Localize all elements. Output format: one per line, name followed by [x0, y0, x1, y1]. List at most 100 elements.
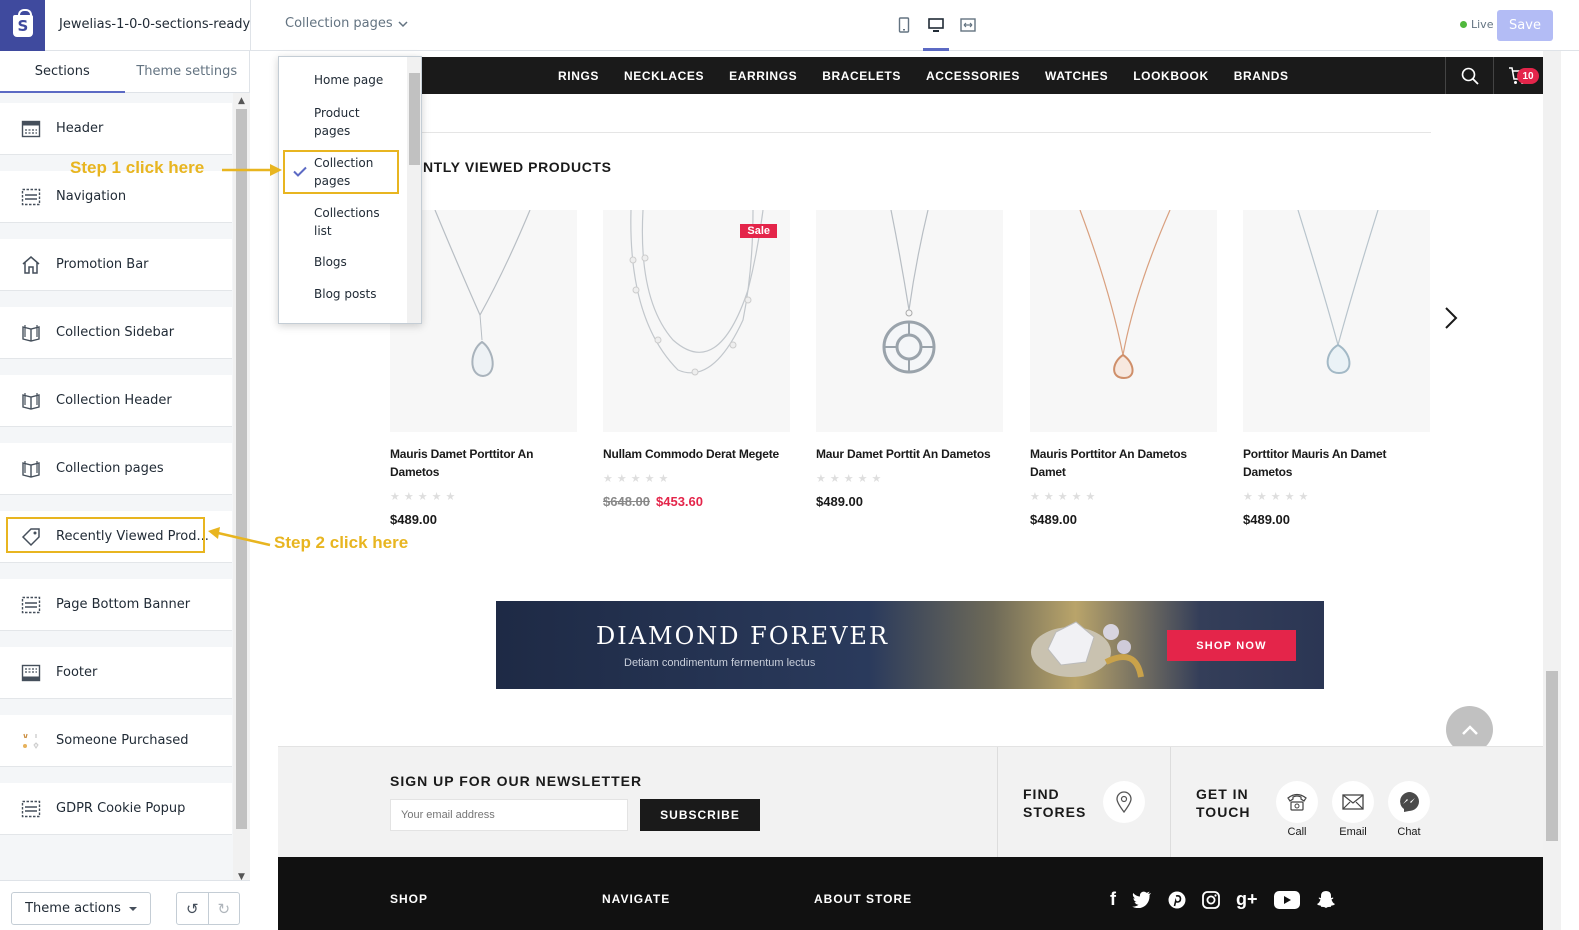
undo-redo-group: ↺ ↻	[176, 892, 240, 925]
product-image[interactable]	[816, 209, 1003, 432]
price-value: $489.00	[390, 512, 437, 527]
email-button[interactable]	[1332, 781, 1374, 823]
redo-button[interactable]: ↻	[207, 893, 240, 924]
theme-actions-label: Theme actions	[25, 901, 121, 916]
page-type-selector[interactable]: Collection pages	[285, 16, 408, 31]
scrollbar-thumb[interactable]	[236, 109, 247, 829]
desktop-view-button[interactable]	[923, 13, 949, 51]
shopify-logo[interactable]: S	[0, 0, 45, 51]
section-item-navigation[interactable]: Navigation	[0, 171, 232, 223]
newsletter-email-input[interactable]	[390, 799, 628, 831]
find-stores-label[interactable]: FIND STORES	[1023, 785, 1103, 821]
chat-label: Chat	[1397, 826, 1421, 838]
old-price: $648.00	[603, 494, 650, 509]
section-label: Navigation	[56, 189, 127, 204]
section-label: GDPR Cookie Popup	[56, 801, 186, 816]
product-card[interactable]: Porttitor Mauris An Damet Dametos ★★★★★ …	[1243, 209, 1430, 527]
product-image[interactable]	[1030, 209, 1217, 432]
subscribe-button[interactable]: SUBSCRIBE	[640, 799, 760, 831]
section-label: Footer	[56, 665, 98, 680]
nav-link[interactable]: RINGS	[558, 69, 599, 83]
fullscreen-view-button[interactable]	[957, 13, 979, 37]
scroll-up-icon[interactable]: ▲	[237, 96, 246, 106]
dropdown-option[interactable]: Home page	[314, 71, 399, 89]
section-item-collection-header[interactable]: Collection Header	[0, 375, 232, 427]
product-image[interactable]	[1243, 209, 1430, 432]
nav-link[interactable]: NECKLACES	[624, 69, 704, 83]
nav-link[interactable]: BRANDS	[1234, 69, 1289, 83]
section-label: Someone Purchased	[56, 733, 189, 748]
section-item-promotion-bar[interactable]: Promotion Bar	[0, 239, 232, 291]
dropdown-option[interactable]: Blog posts	[314, 285, 399, 303]
product-name[interactable]: Mauris Damet Porttitor An Dametos	[390, 445, 577, 481]
section-item-header[interactable]: Header	[0, 103, 232, 155]
nav-link[interactable]: WATCHES	[1045, 69, 1108, 83]
theme-name: Jewelias-1-0-0-sections-ready	[59, 17, 251, 32]
tab-theme-settings[interactable]: Theme settings	[125, 51, 250, 92]
product-name[interactable]: Maur Damet Porttit An Dametos	[816, 445, 1003, 463]
chat-button[interactable]	[1388, 781, 1430, 823]
product-card[interactable]: Maur Damet Porttit An Dametos ★★★★★ $489…	[816, 209, 1003, 509]
section-label: Collection Sidebar	[56, 325, 175, 340]
diamond-banner[interactable]: DIAMOND FOREVER Detiam condimentum ferme…	[496, 601, 1324, 689]
twitter-icon[interactable]	[1132, 891, 1152, 908]
call-button[interactable]	[1276, 781, 1318, 823]
arrow-right-icon	[222, 164, 282, 176]
divider	[390, 132, 1431, 133]
dropdown-option[interactable]: Product pages	[314, 104, 399, 140]
find-stores-button[interactable]	[1103, 781, 1145, 823]
banner-title: DIAMOND FOREVER	[596, 622, 890, 650]
search-icon[interactable]	[1461, 67, 1479, 85]
product-card[interactable]: Mauris Porttitor An Dametos Damet ★★★★★ …	[1030, 209, 1217, 527]
instagram-icon[interactable]	[1202, 890, 1220, 909]
book-icon	[22, 461, 40, 478]
sidebar-footer: Theme actions ↺ ↻	[0, 880, 250, 930]
section-item-collection-sidebar[interactable]: Collection Sidebar	[0, 307, 232, 359]
dropdown-scrollbar[interactable]	[407, 57, 421, 323]
social-links: f g+	[1110, 889, 1336, 910]
section-item-collection-pages[interactable]: Collection pages	[0, 443, 232, 495]
undo-button[interactable]: ↺	[177, 893, 208, 924]
section-item-someone-purchased[interactable]: Someone Purchased	[0, 715, 232, 767]
save-button[interactable]: Save	[1497, 10, 1553, 41]
recently-viewed-title: ENTLY VIEWED PRODUCTS	[413, 159, 612, 175]
get-in-touch-label: GET IN TOUCH	[1196, 786, 1251, 820]
section-list: Header Navigation Promotion Bar Collecti…	[0, 103, 232, 851]
scrollbar-thumb[interactable]	[409, 73, 420, 165]
tab-sections[interactable]: Sections	[0, 51, 125, 93]
section-item-footer[interactable]: Footer	[0, 647, 232, 699]
theme-actions-button[interactable]: Theme actions	[11, 892, 151, 925]
sidebar-tabs: Sections Theme settings	[0, 51, 249, 93]
nav-link[interactable]: ACCESSORIES	[926, 69, 1020, 83]
live-dot-icon	[1460, 21, 1467, 28]
youtube-icon[interactable]	[1273, 890, 1300, 909]
preview-scrollbar[interactable]	[1543, 51, 1561, 930]
chevron-right-icon[interactable]	[1443, 306, 1459, 330]
mobile-view-button[interactable]	[893, 13, 915, 37]
divider	[1445, 57, 1446, 94]
pinterest-icon[interactable]	[1168, 891, 1186, 909]
arrow-left-icon	[208, 527, 271, 547]
product-name[interactable]: Mauris Porttitor An Dametos Damet	[1030, 445, 1217, 481]
section-item-page-bottom-banner[interactable]: Page Bottom Banner	[0, 579, 232, 631]
product-image[interactable]: Sale	[603, 209, 790, 432]
scrollbar-thumb[interactable]	[1546, 671, 1558, 841]
section-icon	[21, 596, 41, 614]
snapchat-icon[interactable]	[1316, 890, 1336, 909]
nav-link[interactable]: LOOKBOOK	[1133, 69, 1208, 83]
google-plus-icon[interactable]: g+	[1236, 889, 1258, 910]
product-name[interactable]: Nullam Commodo Derat Megete	[603, 445, 790, 463]
facebook-icon[interactable]: f	[1110, 889, 1116, 910]
shop-now-button[interactable]: SHOP NOW	[1167, 630, 1296, 661]
nav-link[interactable]: BRACELETS	[822, 69, 901, 83]
section-item-gdpr-cookie-popup[interactable]: GDPR Cookie Popup	[0, 783, 232, 835]
sidebar-scrollbar[interactable]: ▲ ▼	[233, 93, 250, 885]
product-name[interactable]: Porttitor Mauris An Damet Dametos	[1243, 445, 1430, 481]
nav-link[interactable]: EARRINGS	[729, 69, 797, 83]
rating-stars: ★★★★★	[390, 490, 460, 503]
home-icon	[22, 256, 40, 274]
dropdown-option[interactable]: Blogs	[314, 253, 399, 271]
product-card[interactable]: Sale Nullam Commodo Derat Megete ★★★★★ $…	[603, 209, 790, 509]
section-label: Header	[56, 121, 104, 136]
dropdown-option[interactable]: Collections list	[314, 204, 399, 240]
